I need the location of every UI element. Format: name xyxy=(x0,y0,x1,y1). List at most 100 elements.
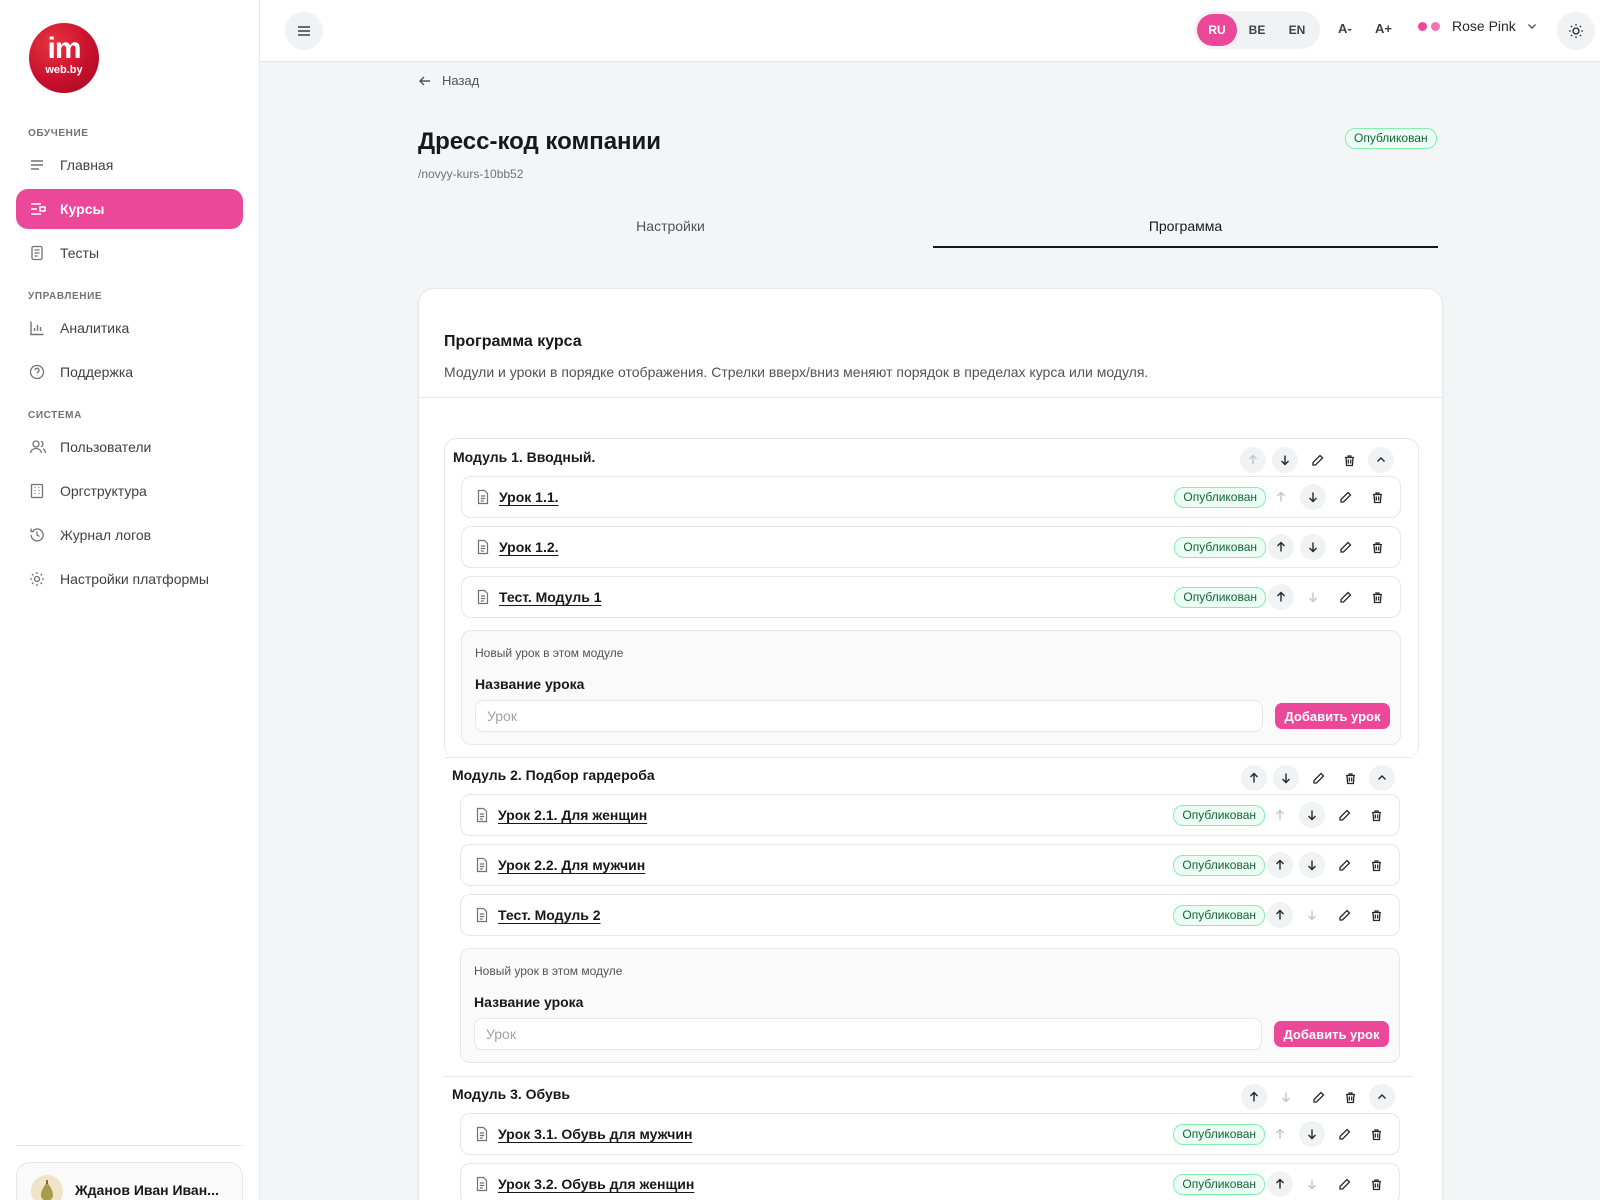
arrow-down-icon xyxy=(1306,859,1318,871)
move-down-button[interactable] xyxy=(1273,1084,1299,1110)
document-icon xyxy=(476,539,490,555)
lesson-link[interactable]: Урок 1.2. xyxy=(499,539,559,555)
new-lesson-hint: Новый урок в этом модуле xyxy=(474,964,623,978)
move-down-button[interactable] xyxy=(1300,584,1326,610)
lesson-row: Урок 1.1. Опубликован xyxy=(461,476,1401,518)
edit-button[interactable] xyxy=(1331,802,1357,828)
chevron-down-icon xyxy=(1526,20,1538,32)
sidebar-item-label: Курсы xyxy=(60,201,105,217)
lesson-link[interactable]: Урок 1.1. xyxy=(499,489,559,505)
delete-button[interactable] xyxy=(1364,484,1390,510)
move-up-button[interactable] xyxy=(1241,1084,1267,1110)
delete-button[interactable] xyxy=(1337,1084,1363,1110)
edit-button[interactable] xyxy=(1305,1084,1331,1110)
delete-button[interactable] xyxy=(1363,802,1389,828)
font-increase-button[interactable]: A+ xyxy=(1375,21,1392,36)
sidebar-item-org-structure[interactable]: Оргструктура xyxy=(16,471,243,511)
sidebar-item-log-journal[interactable]: Журнал логов xyxy=(16,515,243,555)
edit-button[interactable] xyxy=(1332,484,1358,510)
move-up-button[interactable] xyxy=(1268,534,1294,560)
module: Модуль 3. Обувь Урок 3.1. Обувь для мужч… xyxy=(444,1076,1419,1200)
edit-button[interactable] xyxy=(1305,765,1331,791)
theme-dot-secondary xyxy=(1431,21,1440,31)
arrow-down-icon xyxy=(1306,1178,1318,1190)
lang-ru-button[interactable]: RU xyxy=(1197,14,1237,46)
lesson-link[interactable]: Урок 2.1. Для женщин xyxy=(498,807,647,823)
move-up-button[interactable] xyxy=(1267,902,1293,928)
document-icon xyxy=(475,1176,489,1192)
edit-button[interactable] xyxy=(1331,852,1357,878)
move-up-button[interactable] xyxy=(1267,1171,1293,1197)
move-up-button[interactable] xyxy=(1241,765,1267,791)
tabs: Настройки Программа xyxy=(418,218,1440,248)
delete-button[interactable] xyxy=(1336,447,1362,473)
delete-button[interactable] xyxy=(1337,765,1363,791)
edit-button[interactable] xyxy=(1331,1121,1357,1147)
move-down-button[interactable] xyxy=(1299,852,1325,878)
sidebar-item-users[interactable]: Пользователи xyxy=(16,427,243,467)
collapse-button[interactable] xyxy=(1368,447,1394,473)
edit-button[interactable] xyxy=(1331,902,1357,928)
tab-settings[interactable]: Настройки xyxy=(418,218,923,248)
delete-button[interactable] xyxy=(1363,1171,1389,1197)
lesson-link[interactable]: Урок 3.1. Обувь для мужчин xyxy=(498,1126,692,1142)
lesson-name-input[interactable] xyxy=(474,1018,1262,1050)
move-up-button[interactable] xyxy=(1240,447,1266,473)
lesson-link[interactable]: Урок 2.2. Для мужчин xyxy=(498,857,645,873)
arrow-down-icon xyxy=(1279,454,1291,466)
lesson-link[interactable]: Тест. Модуль 2 xyxy=(498,907,601,923)
move-down-button[interactable] xyxy=(1299,902,1325,928)
back-link[interactable]: Назад xyxy=(418,73,479,88)
sidebar-item-platform-settings[interactable]: Настройки платформы xyxy=(16,559,243,599)
move-up-button[interactable] xyxy=(1268,584,1294,610)
move-down-button[interactable] xyxy=(1300,484,1326,510)
move-up-button[interactable] xyxy=(1267,1121,1293,1147)
collapse-button[interactable] xyxy=(1369,765,1395,791)
edit-button[interactable] xyxy=(1304,447,1330,473)
tab-program[interactable]: Программа xyxy=(933,218,1438,248)
edit-button[interactable] xyxy=(1332,534,1358,560)
home-lines-icon xyxy=(29,156,47,174)
user-card[interactable]: Жданов Иван Иван... xyxy=(16,1162,243,1200)
sidebar-item-home[interactable]: Главная xyxy=(16,145,243,185)
edit-button[interactable] xyxy=(1331,1171,1357,1197)
trash-icon xyxy=(1370,859,1383,872)
arrow-down-icon xyxy=(1280,772,1292,784)
sidebar-item-courses[interactable]: Курсы xyxy=(16,189,243,229)
move-up-button[interactable] xyxy=(1267,852,1293,878)
delete-button[interactable] xyxy=(1363,852,1389,878)
delete-button[interactable] xyxy=(1363,1121,1389,1147)
move-down-button[interactable] xyxy=(1299,802,1325,828)
lang-en-button[interactable]: EN xyxy=(1277,14,1317,46)
move-down-button[interactable] xyxy=(1272,447,1298,473)
sidebar-item-support[interactable]: Поддержка xyxy=(16,352,243,392)
arrow-down-icon xyxy=(1307,591,1319,603)
sidebar-item-analytics[interactable]: Аналитика xyxy=(16,308,243,348)
move-down-button[interactable] xyxy=(1299,1121,1325,1147)
document-icon xyxy=(475,857,489,873)
move-up-button[interactable] xyxy=(1267,802,1293,828)
menu-toggle-button[interactable] xyxy=(285,12,323,50)
move-down-button[interactable] xyxy=(1273,765,1299,791)
move-down-button[interactable] xyxy=(1300,534,1326,560)
delete-button[interactable] xyxy=(1363,902,1389,928)
move-up-button[interactable] xyxy=(1268,484,1294,510)
theme-mode-button[interactable] xyxy=(1557,12,1595,50)
brand-logo[interactable]: im web.by xyxy=(29,23,99,93)
sidebar-item-label: Настройки платформы xyxy=(60,571,209,587)
delete-button[interactable] xyxy=(1364,584,1390,610)
move-down-button[interactable] xyxy=(1299,1171,1325,1197)
add-lesson-button[interactable]: Добавить урок xyxy=(1274,1021,1389,1047)
add-lesson-button[interactable]: Добавить урок xyxy=(1275,703,1390,729)
collapse-button[interactable] xyxy=(1369,1084,1395,1110)
edit-button[interactable] xyxy=(1332,584,1358,610)
lesson-name-input[interactable] xyxy=(475,700,1263,732)
lesson-link[interactable]: Урок 3.2. Обувь для женщин xyxy=(498,1176,694,1192)
lang-be-button[interactable]: BE xyxy=(1237,14,1277,46)
sidebar-item-tests[interactable]: Тесты xyxy=(16,233,243,273)
theme-select[interactable]: Rose Pink xyxy=(1418,18,1538,34)
program-title: Программа курса xyxy=(444,333,582,350)
font-decrease-button[interactable]: A- xyxy=(1338,21,1352,36)
lesson-link[interactable]: Тест. Модуль 1 xyxy=(499,589,602,605)
delete-button[interactable] xyxy=(1364,534,1390,560)
